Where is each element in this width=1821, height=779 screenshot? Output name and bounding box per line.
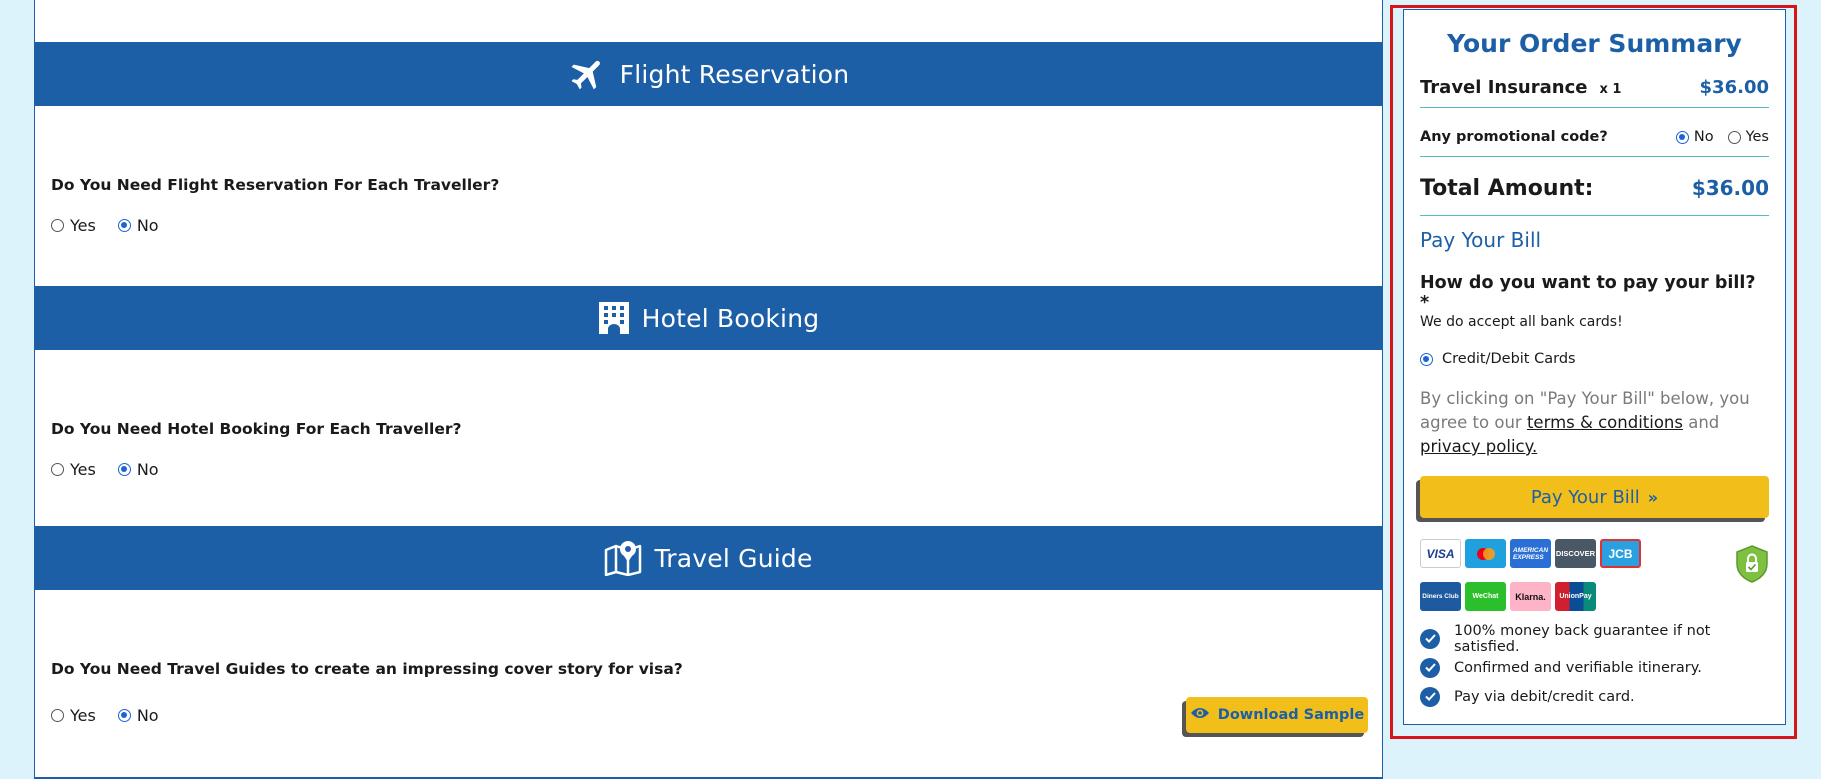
check-circle-icon (1420, 657, 1440, 678)
guarantee-list: 100% money back guarantee if not satisfi… (1420, 622, 1769, 711)
wechat-pay-icon: WeChat (1465, 582, 1506, 611)
download-sample-label: Download Sample (1217, 707, 1365, 723)
double-chevron-right-icon: » (1647, 487, 1659, 507)
radio-label: Yes (70, 706, 96, 725)
divider (1420, 156, 1769, 157)
item-price: $36.00 (1699, 76, 1769, 98)
radio-circle[interactable] (117, 463, 131, 476)
hotel-booking-header: Hotel Booking (35, 286, 1382, 350)
section-title: Flight Reservation (619, 59, 850, 89)
flight-reservation-header: Flight Reservation (35, 42, 1382, 106)
flight-no-radio[interactable]: No (117, 216, 159, 235)
guarantee-text: Pay via debit/credit card. (1454, 688, 1635, 705)
promo-yes-radio[interactable]: Yes (1727, 129, 1769, 145)
promo-no-radio[interactable]: No (1675, 129, 1714, 145)
radio-circle[interactable] (117, 709, 131, 722)
radio-label: No (136, 706, 159, 725)
travel-guide-radio-group: Yes No (51, 706, 181, 725)
download-sample-button[interactable]: Download Sample (1186, 697, 1368, 733)
radio-label: Yes (70, 460, 96, 479)
hotel-building-icon (598, 301, 630, 335)
radio-label: No (136, 460, 159, 479)
section-title: Travel Guide (654, 543, 813, 573)
guarantee-item: 100% money back guarantee if not satisfi… (1420, 622, 1769, 655)
hotel-yes-radio[interactable]: Yes (51, 460, 96, 479)
radio-circle[interactable] (1727, 130, 1741, 144)
flight-radio-group: Yes No (51, 216, 181, 235)
guarantee-item: Pay via debit/credit card. (1420, 682, 1769, 711)
travel-guide-yes-radio[interactable]: Yes (51, 706, 96, 725)
pay-your-bill-button[interactable]: Pay Your Bill » (1420, 476, 1769, 518)
terms-text: By clicking on "Pay Your Bill" below, yo… (1420, 387, 1769, 459)
hotel-no-radio[interactable]: No (117, 460, 159, 479)
pay-question: How do you want to pay your bill? * (1420, 273, 1756, 313)
promo-row: Any promotional code? No Yes (1420, 126, 1769, 148)
guarantee-item: Confirmed and verifiable itinerary. (1420, 653, 1769, 682)
card-logos: VISA AMERICAN EXPRESS DISCOVER JCB Diners… (1420, 539, 1769, 611)
section-title: Hotel Booking (641, 303, 820, 333)
map-pin-icon (604, 540, 642, 576)
travel-guide-no-radio[interactable]: No (117, 706, 159, 725)
hotel-question: Do You Need Hotel Booking For Each Trave… (51, 420, 462, 438)
hotel-radio-group: Yes No (51, 460, 181, 479)
visa-icon: VISA (1420, 539, 1461, 568)
airplane-icon (568, 54, 608, 94)
guarantee-text: 100% money back guarantee if not satisfi… (1454, 622, 1711, 655)
radio-label: No (136, 216, 159, 235)
order-summary-panel: Your Order Summary Travel Insurance x 1 … (1403, 9, 1786, 725)
guarantee-text: Confirmed and verifiable itinerary. (1454, 659, 1702, 676)
security-shield-icon (1735, 545, 1769, 587)
amex-icon: AMERICAN EXPRESS (1510, 539, 1551, 568)
order-summary-title: Your Order Summary (1447, 29, 1742, 58)
unionpay-icon: UnionPay (1555, 582, 1596, 611)
flight-yes-radio[interactable]: Yes (51, 216, 96, 235)
booking-form: Flight Reservation Do You Need Flight Re… (34, 0, 1383, 779)
diners-club-icon: Diners Club (1420, 582, 1461, 611)
eye-icon (1190, 705, 1210, 725)
radio-circle[interactable] (1420, 352, 1433, 366)
klarna-icon: Klarna. (1510, 582, 1551, 611)
travel-guide-question: Do You Need Travel Guides to create an i… (51, 660, 683, 678)
pay-button-label: Pay Your Bill (1530, 486, 1640, 508)
travel-guide-header: Travel Guide (35, 526, 1382, 590)
total-row: Total Amount: $36.00 (1420, 173, 1769, 203)
promo-label: Any promotional code? (1420, 129, 1608, 145)
credit-debit-radio[interactable]: Credit/Debit Cards (1420, 351, 1747, 367)
radio-circle[interactable] (51, 219, 64, 232)
radio-label: Yes (70, 216, 96, 235)
check-circle-icon (1420, 686, 1440, 707)
divider (1420, 107, 1769, 108)
flight-question: Do You Need Flight Reservation For Each … (51, 176, 500, 194)
terms-and: and (1688, 413, 1720, 432)
pay-heading: Pay Your Bill (1420, 228, 1542, 252)
total-label: Total Amount: (1420, 175, 1594, 201)
cards-note: We do accept all bank cards! (1420, 314, 1623, 330)
radio-circle[interactable] (51, 463, 64, 476)
total-value: $36.00 (1691, 176, 1769, 200)
radio-label: Credit/Debit Cards (1442, 351, 1576, 367)
terms-conditions-link[interactable]: terms & conditions (1527, 413, 1683, 432)
divider (1420, 215, 1769, 216)
privacy-policy-link[interactable]: privacy policy. (1420, 437, 1537, 456)
radio-circle[interactable] (1675, 130, 1689, 144)
radio-label: No (1693, 129, 1714, 145)
jcb-icon: JCB (1600, 539, 1641, 568)
item-name: Travel Insurance (1420, 76, 1588, 98)
mastercard-icon (1465, 539, 1506, 568)
radio-circle[interactable] (117, 219, 131, 232)
radio-circle[interactable] (51, 709, 64, 722)
check-circle-icon (1420, 628, 1440, 649)
radio-label: Yes (1745, 129, 1769, 145)
order-item-row: Travel Insurance x 1 $36.00 (1420, 74, 1769, 100)
discover-icon: DISCOVER (1555, 539, 1596, 568)
item-quantity: x 1 (1599, 81, 1622, 97)
